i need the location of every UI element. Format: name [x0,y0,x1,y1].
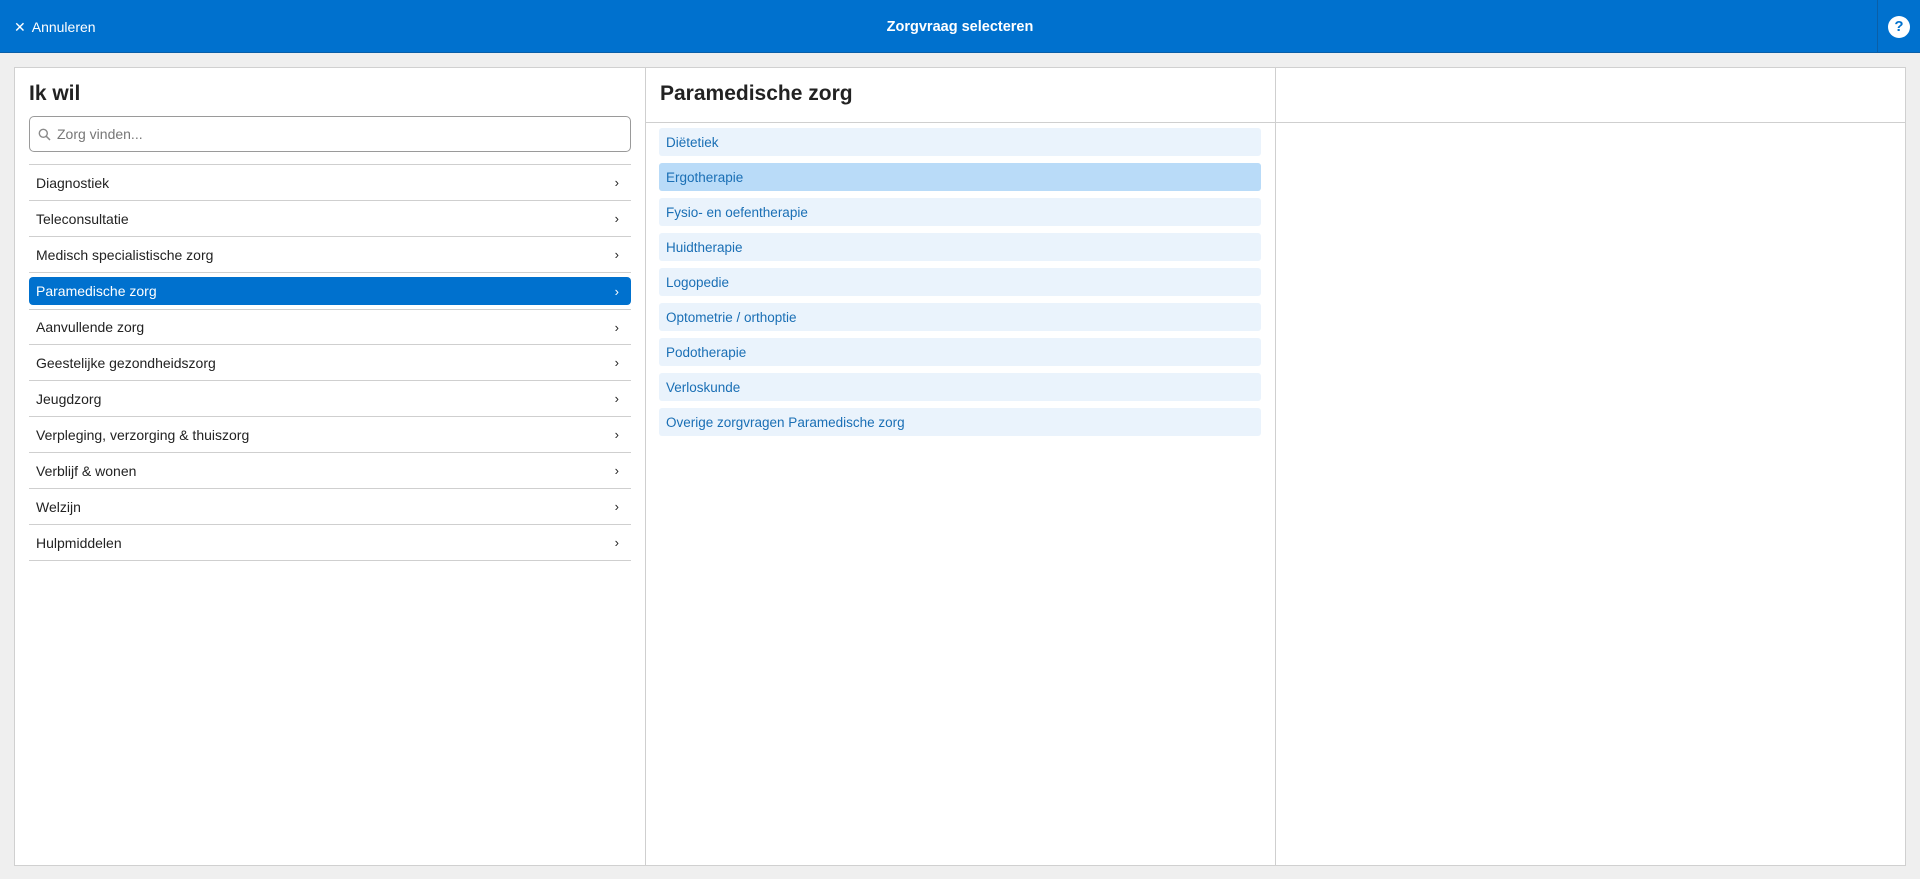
category-item-label: Hulpmiddelen [36,534,122,551]
subcategory-item-ergotherapie[interactable]: Ergotherapie [659,163,1261,191]
chevron-right-icon: › [614,283,619,299]
chevron-right-icon: › [614,175,619,190]
category-item-label: Verblijf & wonen [36,462,137,479]
category-item-label: Verpleging, verzorging & thuiszorg [36,426,250,443]
subcategory-item-verloskunde[interactable]: Verloskunde [659,373,1261,401]
category-item-aanvullende-zorg[interactable]: Aanvullende zorg › [29,309,631,345]
category-item-diagnostiek[interactable]: Diagnostiek › [29,165,631,201]
category-column: Ik wil Diagnostiek›Teleconsultatie›Medis… [15,68,646,865]
category-item-jeugdzorg[interactable]: Jeugdzorg › [29,381,631,417]
column-title-paramedische-zorg: Paramedische zorg [660,82,853,105]
category-item-label: Aanvullende zorg [36,319,145,335]
chevron-right-icon: › [614,463,619,478]
chevron-right-icon: › [614,319,619,335]
subcategory-item-huidtherapie[interactable]: Huidtherapie [659,233,1261,261]
column-title-ik-wil: Ik wil [29,82,81,105]
chevron-right-icon: › [614,211,619,226]
category-item-welzijn[interactable]: Welzijn › [29,489,631,525]
category-item-verpleging-verzorging-thuiszorg[interactable]: Verpleging, verzorging & thuiszorg › [29,417,631,453]
help-icon[interactable]: ? [1888,15,1910,38]
subcategory-item-overige-zorgvragen-paramedische-zorg[interactable]: Overige zorgvragen Paramedische zorg [659,408,1261,436]
chevron-right-icon: › [614,247,619,262]
chevron-right-icon: › [614,355,619,370]
category-item-medisch-specialistische-zorg[interactable]: Medisch specialistische zorg › [29,237,631,273]
page-title: Zorgvraag selecteren [886,18,1034,35]
top-bar: ✕ Annuleren Zorgvraag selecteren ? [0,0,1920,53]
category-item-label: Welzijn [36,498,81,515]
subcategory-list: Diëtetiek Ergotherapie Fysio- en oefenther… [659,128,1261,443]
chevron-right-icon: › [614,391,619,406]
subcategory-item-dietetiek[interactable]: Diëtetiek [659,128,1261,156]
category-list: Diagnostiek › Teleconsultatie › Medisch spec… [29,164,631,561]
subcategory-item-fysio-en-oefentherapie[interactable]: Fysio- en oefentherapie [659,198,1261,226]
detail-column [1276,68,1905,865]
search-input[interactable] [55,125,615,143]
selection-panel: Ik wil Diagnostiek›Teleconsultatie›Medis… [14,67,1906,866]
category-item-hulpmiddelen[interactable]: Hulpmiddelen › [29,525,631,561]
search-icon [38,128,51,141]
subcategory-item-logopedie[interactable]: Logopedie [659,268,1261,296]
category-item-teleconsultatie[interactable]: Teleconsultatie › [29,201,631,237]
category-item-label: Paramedische zorg [36,283,157,299]
chevron-right-icon: › [614,427,619,442]
subcategory-column: Paramedische zorg Diëtetiek Ergotherapie F… [646,68,1276,865]
category-item-label: Geestelijke gezondheidszorg [36,354,216,371]
subcategory-item-optometrie-orthoptie[interactable]: Optometrie / orthoptie [659,303,1261,331]
chevron-right-icon: › [614,535,619,550]
subcategory-item-podotherapie[interactable]: Podotherapie [659,338,1261,366]
category-item-label: Medisch specialistische zorg [36,246,214,263]
column-divider [646,122,1275,123]
category-item-label: Diagnostiek [36,174,110,191]
chevron-right-icon: › [614,499,619,514]
category-item-verblijf-wonen[interactable]: Verblijf & wonen › [29,453,631,489]
category-item-paramedische-zorg[interactable]: Paramedische zorg › [29,277,631,305]
category-item-label: Jeugdzorg [36,390,102,407]
category-item-label: Teleconsultatie [36,210,129,227]
search-field[interactable] [29,116,631,152]
help-area: ? [1877,0,1920,53]
category-item-geestelijke-gezondheidszorg[interactable]: Geestelijke gezondheidszorg › [29,345,631,381]
column-divider [1276,122,1905,123]
